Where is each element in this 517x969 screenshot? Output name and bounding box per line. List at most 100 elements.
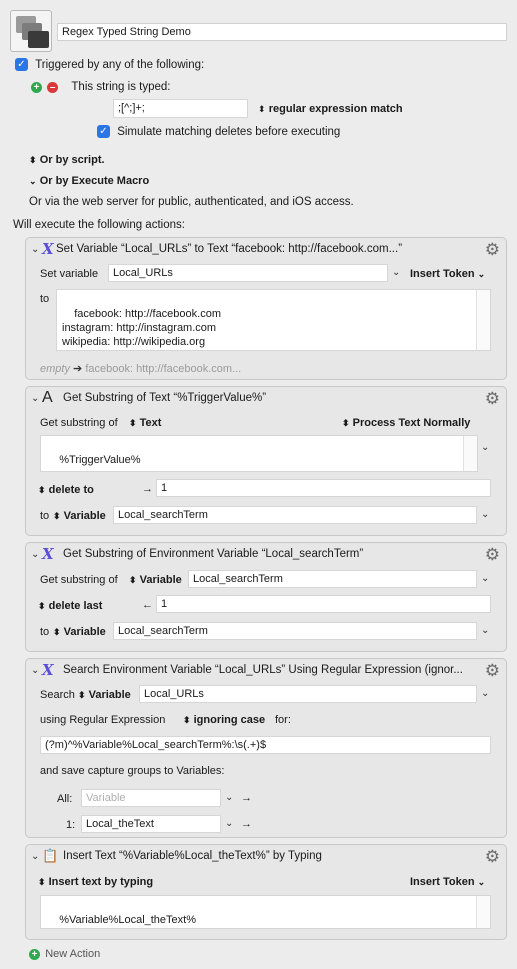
insert-mode-popup[interactable]: ⬍ Insert text by typing [38, 876, 153, 888]
chevron-down-icon[interactable]: ⌄ [31, 851, 39, 862]
will-execute-text: Will execute the following actions: [13, 219, 185, 231]
chevron-down-icon[interactable]: ⌄ [31, 665, 39, 676]
result-preview: empty ➔ facebook: http://facebook.com... [40, 362, 241, 375]
insert-token-menu[interactable]: Insert Token ⌄ [410, 876, 485, 888]
match-mode-label: regular expression match [268, 103, 403, 115]
target-type-popup[interactable]: ⬍ Variable [53, 510, 106, 522]
target-type-popup[interactable]: ⬍ Variable [53, 626, 106, 638]
source-type-label: Variable [139, 574, 182, 586]
action-title: Get Substring of Environment Variable “L… [63, 548, 364, 560]
target-type-label: Variable [63, 626, 106, 638]
to-label: to [40, 510, 50, 522]
macro-name-field[interactable]: Regex Typed String Demo [57, 23, 507, 41]
check-icon[interactable]: ✓ [15, 58, 28, 71]
action-search-regex[interactable]: ⌄ X Search Environment Variable “Local_U… [25, 658, 507, 838]
save-groups-label: and save capture groups to Variables: [40, 765, 225, 777]
for-label: for: [275, 714, 291, 726]
match-mode-popup[interactable]: ⬍ regular expression match [258, 103, 403, 115]
chevron-down-icon[interactable]: ⌄ [225, 792, 233, 803]
source-variable-field[interactable]: Local_URLs [139, 685, 477, 703]
add-trigger-icon[interactable]: + [31, 82, 42, 93]
arrow-right-icon[interactable]: → [241, 792, 252, 804]
arrow-right-icon: ➔ [73, 363, 83, 375]
source-type-label: Variable [88, 689, 131, 701]
updown-chevron-icon: ⬍ [78, 690, 86, 700]
updown-chevron-icon: ⬍ [258, 104, 266, 114]
action-set-variable[interactable]: ⌄ X Set Variable “Local_URLs” to Text “f… [25, 237, 507, 380]
new-action-button[interactable]: + New Action [29, 948, 100, 960]
variable-name-field[interactable]: Local_URLs [108, 264, 388, 282]
chevron-down-icon[interactable]: ⌄ [481, 509, 489, 520]
chevron-down-icon[interactable]: ⌄ [392, 267, 400, 278]
group1-label: 1: [66, 819, 76, 831]
trigger-header: Triggered by any of the following: [35, 58, 205, 71]
insert-mode-label: Insert text by typing [48, 876, 154, 888]
action-get-substring-text[interactable]: ⌄ A Get Substring of Text “%TriggerValue… [25, 386, 507, 536]
scrollbar[interactable] [463, 436, 477, 471]
target-variable-field[interactable]: Local_searchTerm [113, 506, 477, 524]
chevron-down-icon[interactable]: ⌄ [31, 244, 39, 255]
insert-token-label: Insert Token [410, 268, 475, 280]
gear-icon[interactable]: ⚙ [485, 847, 500, 867]
chevron-down-icon[interactable]: ⌄ [225, 818, 233, 829]
typed-string-input[interactable]: ;[^;]+; [113, 99, 248, 118]
chevron-down-icon[interactable]: ⌄ [31, 393, 39, 404]
source-type-popup[interactable]: ⬍ Variable [129, 574, 182, 586]
preview-empty: empty [40, 363, 70, 375]
position-field[interactable]: 1 [156, 479, 491, 497]
source-type-popup[interactable]: ⬍ Variable [78, 689, 131, 701]
variable-x-icon: X [42, 545, 54, 563]
or-by-script[interactable]: ⬍ Or by script. [29, 154, 105, 166]
check-icon[interactable]: ✓ [97, 125, 110, 138]
insert-token-label: Insert Token [410, 876, 475, 888]
get-substring-label: Get substring of [40, 574, 118, 586]
new-action-label: New Action [45, 948, 101, 960]
delete-to-popup[interactable]: ⬍ delete to [38, 484, 94, 496]
insert-text-area[interactable]: %Variable%Local_theText% [40, 895, 491, 929]
gear-icon[interactable]: ⚙ [485, 240, 500, 260]
or-script-label: Or by script. [39, 154, 105, 166]
chevron-down-icon[interactable]: ⌄ [481, 625, 489, 636]
gear-icon[interactable]: ⚙ [485, 661, 500, 681]
source-type-popup[interactable]: ⬍ Text [129, 417, 161, 429]
remove-trigger-icon[interactable]: – [47, 82, 59, 93]
clipboard-icon: 📋 [42, 849, 59, 864]
chevron-down-icon: ⌄ [29, 176, 37, 186]
gear-icon[interactable]: ⚙ [485, 545, 500, 565]
to-label: to [40, 293, 50, 305]
action-get-substring-variable[interactable]: ⌄ X Get Substring of Environment Variabl… [25, 542, 507, 652]
action-insert-text[interactable]: ⌄ 📋 Insert Text “%Variable%Local_theText… [25, 844, 507, 940]
add-icon: + [29, 949, 40, 960]
group1-variable-field[interactable]: Local_theText [81, 815, 221, 833]
source-variable-field[interactable]: Local_searchTerm [188, 570, 477, 588]
macro-icon[interactable] [10, 10, 52, 52]
app-icon-front [28, 31, 49, 48]
position-field[interactable]: 1 [156, 595, 491, 613]
scrollbar[interactable] [476, 896, 490, 928]
or-by-execute-macro[interactable]: ⌄ Or by Execute Macro [29, 175, 149, 187]
process-text-popup[interactable]: ⬍ Process Text Normally [342, 417, 470, 429]
chevron-down-icon[interactable]: ⌄ [481, 442, 489, 453]
regex-field[interactable]: (?m)^%Variable%Local_searchTerm%:\s(.+)$ [40, 736, 491, 754]
case-mode-popup[interactable]: ⬍ ignoring case [183, 714, 265, 726]
set-variable-label: Set variable [40, 268, 99, 280]
text-a-icon: A [42, 389, 53, 406]
text-value-area[interactable]: facebook: http://facebook.com instagram:… [56, 289, 491, 351]
scrollbar[interactable] [476, 290, 490, 350]
updown-chevron-icon: ⬍ [342, 418, 350, 428]
gear-icon[interactable]: ⚙ [485, 389, 500, 409]
insert-token-menu[interactable]: Insert Token ⌄ [410, 268, 485, 280]
updown-chevron-icon: ⬍ [29, 155, 37, 165]
to-label: to [40, 626, 50, 638]
chevron-down-icon[interactable]: ⌄ [481, 573, 489, 584]
triggered-checkbox-row[interactable]: ✓ Triggered by any of the following: [15, 58, 204, 71]
source-text-area[interactable]: %TriggerValue% [40, 435, 478, 472]
delete-last-popup[interactable]: ⬍ delete last [38, 600, 102, 612]
target-variable-field[interactable]: Local_searchTerm [113, 622, 477, 640]
arrow-right-icon[interactable]: → [241, 818, 252, 830]
updown-chevron-icon: ⬍ [53, 627, 61, 637]
chevron-down-icon[interactable]: ⌄ [481, 688, 489, 699]
all-variable-field[interactable]: Variable [81, 789, 221, 807]
chevron-down-icon[interactable]: ⌄ [31, 549, 39, 560]
simulate-deletes-row[interactable]: ✓ Simulate matching deletes before execu… [97, 125, 340, 138]
